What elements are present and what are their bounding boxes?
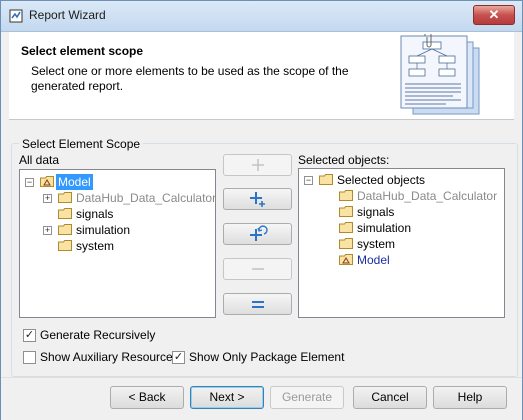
checkbox-label: Generate Recursively: [40, 328, 156, 342]
wizard-footer: < Back Next > Generate Cancel Help: [1, 377, 522, 420]
app-icon: [9, 9, 23, 23]
folder-icon: [339, 190, 353, 201]
add-all-button[interactable]: [223, 188, 292, 210]
expand-node-icon[interactable]: +: [43, 194, 52, 203]
checkbox-checked-icon: ✓: [172, 351, 185, 364]
minus-all-icon: [251, 301, 264, 308]
tree-node-label: Selected objects: [337, 173, 426, 187]
report-wizard-window: Report Wizard ✕ Select element scope Sel…: [0, 0, 523, 420]
generate-button[interactable]: Generate: [270, 386, 344, 409]
all-data-label: All data: [19, 153, 60, 167]
add-button[interactable]: [223, 154, 292, 176]
collapse-model-icon[interactable]: −: [25, 178, 34, 187]
folder-icon: [339, 238, 353, 249]
group-label: Select Element Scope: [19, 137, 144, 151]
plus-recursive-icon: [249, 225, 268, 241]
model-package-icon: [339, 254, 353, 265]
folder-icon: [339, 222, 353, 233]
selected-objects-tree[interactable]: − Selected objects DataHub_Data_Calculat…: [298, 168, 505, 318]
checkbox-label: Show Auxiliary Resources: [40, 350, 179, 364]
tree-node-label: simulation: [76, 223, 131, 237]
selected-objects-label: Selected objects:: [298, 153, 390, 167]
help-button[interactable]: Help: [433, 386, 507, 409]
wizard-header: Select element scope Select one or more …: [9, 32, 514, 120]
remove-all-button[interactable]: [223, 293, 292, 315]
folder-icon: [58, 208, 72, 219]
add-recursive-button[interactable]: [223, 223, 292, 245]
folder-icon: [339, 206, 353, 217]
model-package-icon: [40, 176, 54, 187]
plus-icon: [251, 159, 264, 171]
checkbox-label: Show Only Package Element: [189, 350, 345, 364]
folder-icon: [58, 240, 72, 251]
tree-node-label: DataHub_Data_Calculator: [76, 191, 217, 205]
title-bar: Report Wizard ✕: [1, 1, 522, 32]
cancel-button[interactable]: Cancel: [353, 386, 427, 409]
minus-icon: [251, 268, 264, 270]
checkbox-checked-icon: ✓: [23, 329, 36, 342]
collapse-selected-icon[interactable]: −: [304, 176, 313, 185]
tree-node-label: Model: [56, 174, 93, 190]
tree-node-label: system: [357, 237, 396, 251]
next-button[interactable]: Next >: [190, 386, 264, 409]
window-title: Report Wizard: [29, 8, 106, 22]
report-document-icon: [400, 34, 480, 115]
back-button[interactable]: < Back: [110, 386, 184, 409]
plus-all-icon: [249, 192, 265, 207]
step-title: Select element scope: [21, 44, 144, 58]
tree-node-label: Model: [357, 253, 390, 267]
tree-node-label: simulation: [357, 221, 412, 235]
all-data-tree[interactable]: − Model + DataHub_Data_Calculator signal…: [19, 169, 216, 318]
remove-button[interactable]: [223, 258, 292, 280]
folder-icon: [58, 192, 72, 203]
tree-node-label: signals: [357, 205, 395, 219]
expand-node-icon[interactable]: +: [43, 226, 52, 235]
tree-node-label: system: [76, 239, 115, 253]
folder-icon: [319, 174, 333, 185]
folder-icon: [58, 224, 72, 235]
checkbox-unchecked-icon: [23, 351, 36, 364]
tree-node-label: DataHub_Data_Calculator: [357, 189, 498, 203]
close-window-button[interactable]: ✕: [473, 5, 515, 25]
tree-node-label: signals: [76, 207, 114, 221]
step-description: Select one or more elements to be used a…: [31, 64, 349, 93]
